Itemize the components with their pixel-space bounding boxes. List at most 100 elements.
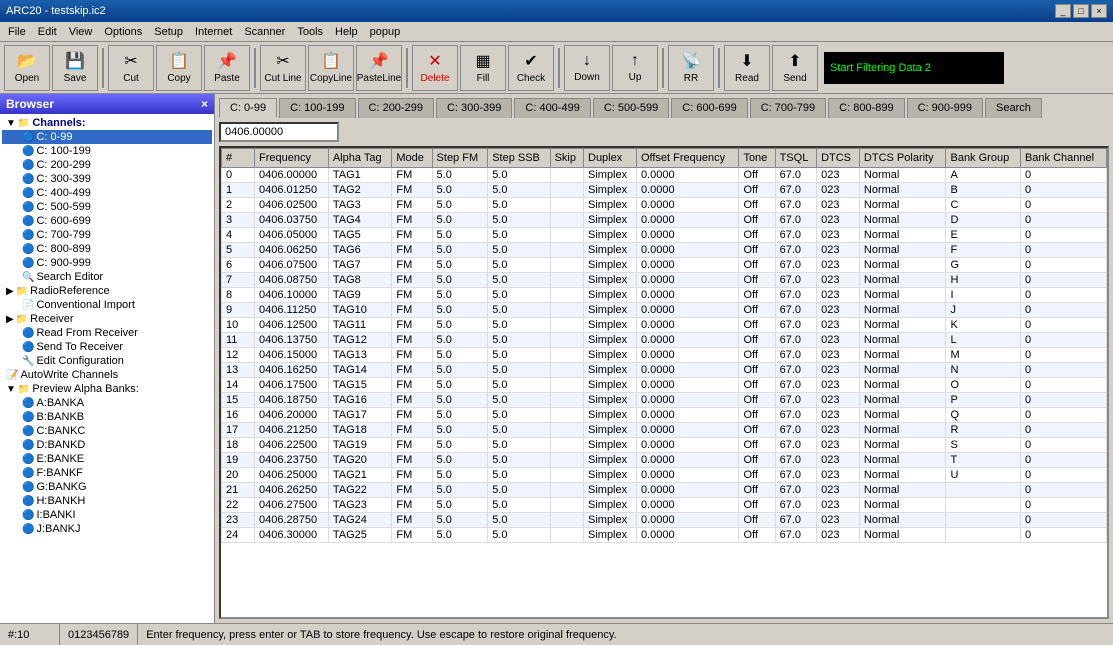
table-cell[interactable]: 0406.30000 [255, 528, 329, 543]
table-cell[interactable]: 023 [817, 273, 860, 288]
table-cell[interactable]: 67.0 [775, 198, 817, 213]
table-cell[interactable]: Simplex [584, 243, 637, 258]
table-cell[interactable]: Simplex [584, 348, 637, 363]
table-cell[interactable] [550, 348, 583, 363]
table-cell[interactable]: 023 [817, 303, 860, 318]
table-cell[interactable]: 0 [1020, 513, 1106, 528]
table-cell[interactable]: TAG15 [328, 378, 392, 393]
menu-internet[interactable]: Internet [189, 24, 238, 40]
table-cell[interactable] [946, 513, 1020, 528]
tree-edit-configuration[interactable]: 🔧 Edit Configuration [2, 354, 212, 368]
tree-item-c600-699[interactable]: 🔵 C: 600-699 [2, 214, 212, 228]
table-row[interactable]: 60406.07500TAG7FM5.05.0Simplex0.0000Off6… [222, 258, 1107, 273]
table-cell[interactable] [550, 498, 583, 513]
table-cell[interactable]: 9 [222, 303, 255, 318]
table-cell[interactable]: 0 [1020, 288, 1106, 303]
table-cell[interactable]: 0 [1020, 363, 1106, 378]
table-cell[interactable]: Off [739, 468, 775, 483]
table-cell[interactable]: R [946, 423, 1020, 438]
table-cell[interactable]: Simplex [584, 528, 637, 543]
table-cell[interactable]: 0.0000 [636, 408, 739, 423]
table-cell[interactable]: 13 [222, 363, 255, 378]
table-cell[interactable]: Normal [859, 303, 946, 318]
table-cell[interactable]: 67.0 [775, 318, 817, 333]
table-cell[interactable]: 5.0 [432, 513, 488, 528]
table-cell[interactable]: 0.0000 [636, 393, 739, 408]
tab-c800-899[interactable]: C: 800-899 [828, 98, 904, 118]
table-cell[interactable]: 0 [1020, 273, 1106, 288]
table-cell[interactable]: 5.0 [488, 168, 550, 183]
table-cell[interactable]: 5.0 [432, 198, 488, 213]
table-cell[interactable]: Off [739, 168, 775, 183]
table-cell[interactable]: TAG8 [328, 273, 392, 288]
table-cell[interactable]: Off [739, 483, 775, 498]
table-cell[interactable]: 5.0 [488, 423, 550, 438]
table-cell[interactable]: Off [739, 513, 775, 528]
table-cell[interactable]: TAG11 [328, 318, 392, 333]
table-cell[interactable]: 5.0 [432, 348, 488, 363]
table-cell[interactable]: 5.0 [432, 528, 488, 543]
table-cell[interactable]: 023 [817, 213, 860, 228]
menu-options[interactable]: Options [98, 24, 148, 40]
table-cell[interactable]: 0406.03750 [255, 213, 329, 228]
table-cell[interactable]: 5 [222, 243, 255, 258]
table-cell[interactable]: 5.0 [488, 393, 550, 408]
table-cell[interactable]: 11 [222, 333, 255, 348]
table-row[interactable]: 240406.30000TAG25FM5.05.0Simplex0.0000Of… [222, 528, 1107, 543]
table-cell[interactable]: 0 [1020, 333, 1106, 348]
table-cell[interactable]: 67.0 [775, 273, 817, 288]
table-cell[interactable]: FM [392, 528, 432, 543]
table-cell[interactable] [550, 453, 583, 468]
table-cell[interactable]: Simplex [584, 183, 637, 198]
tree-item-c800-899[interactable]: 🔵 C: 800-899 [2, 242, 212, 256]
table-cell[interactable]: Off [739, 273, 775, 288]
table-cell[interactable]: 5.0 [488, 273, 550, 288]
table-cell[interactable]: 10 [222, 318, 255, 333]
table-cell[interactable]: FM [392, 303, 432, 318]
table-row[interactable]: 110406.13750TAG12FM5.05.0Simplex0.0000Of… [222, 333, 1107, 348]
table-row[interactable]: 130406.16250TAG14FM5.05.0Simplex0.0000Of… [222, 363, 1107, 378]
table-cell[interactable]: Simplex [584, 393, 637, 408]
table-cell[interactable]: 0 [1020, 318, 1106, 333]
table-cell[interactable]: 6 [222, 258, 255, 273]
table-cell[interactable]: 0.0000 [636, 423, 739, 438]
table-cell[interactable] [946, 498, 1020, 513]
tree-autowrite[interactable]: 📝 AutoWrite Channels [2, 368, 212, 382]
tree-preview-alpha[interactable]: ▼ 📁 Preview Alpha Banks: [2, 382, 212, 396]
table-cell[interactable]: 023 [817, 258, 860, 273]
table-cell[interactable]: Normal [859, 363, 946, 378]
table-cell[interactable]: 0 [1020, 498, 1106, 513]
check-button[interactable]: ✔ Check [508, 45, 554, 91]
table-cell[interactable]: 24 [222, 528, 255, 543]
table-cell[interactable]: 67.0 [775, 498, 817, 513]
table-cell[interactable]: 5.0 [488, 288, 550, 303]
table-cell[interactable]: 5.0 [488, 483, 550, 498]
table-cell[interactable]: 5.0 [432, 363, 488, 378]
table-cell[interactable]: Off [739, 408, 775, 423]
table-cell[interactable]: 0 [1020, 408, 1106, 423]
tree-bankd[interactable]: 🔵 D:BANKD [2, 438, 212, 452]
table-row[interactable]: 150406.18750TAG16FM5.05.0Simplex0.0000Of… [222, 393, 1107, 408]
table-cell[interactable]: Normal [859, 348, 946, 363]
table-cell[interactable]: 67.0 [775, 438, 817, 453]
tree-item-c700-799[interactable]: 🔵 C: 700-799 [2, 228, 212, 242]
table-cell[interactable]: 5.0 [488, 333, 550, 348]
table-row[interactable]: 140406.17500TAG15FM5.05.0Simplex0.0000Of… [222, 378, 1107, 393]
table-cell[interactable]: 5.0 [432, 393, 488, 408]
table-cell[interactable]: TAG14 [328, 363, 392, 378]
table-cell[interactable]: 0406.23750 [255, 453, 329, 468]
tab-c400-499[interactable]: C: 400-499 [514, 98, 590, 118]
table-cell[interactable]: 0406.05000 [255, 228, 329, 243]
table-cell[interactable]: 5.0 [432, 468, 488, 483]
table-cell[interactable]: 023 [817, 348, 860, 363]
table-cell[interactable]: 67.0 [775, 408, 817, 423]
table-cell[interactable] [550, 318, 583, 333]
table-cell[interactable]: 023 [817, 183, 860, 198]
table-row[interactable]: 190406.23750TAG20FM5.05.0Simplex0.0000Of… [222, 453, 1107, 468]
table-cell[interactable]: E [946, 228, 1020, 243]
table-cell[interactable]: 67.0 [775, 258, 817, 273]
table-cell[interactable]: 67.0 [775, 348, 817, 363]
table-cell[interactable]: TAG25 [328, 528, 392, 543]
table-cell[interactable]: 4 [222, 228, 255, 243]
table-cell[interactable]: 0406.20000 [255, 408, 329, 423]
